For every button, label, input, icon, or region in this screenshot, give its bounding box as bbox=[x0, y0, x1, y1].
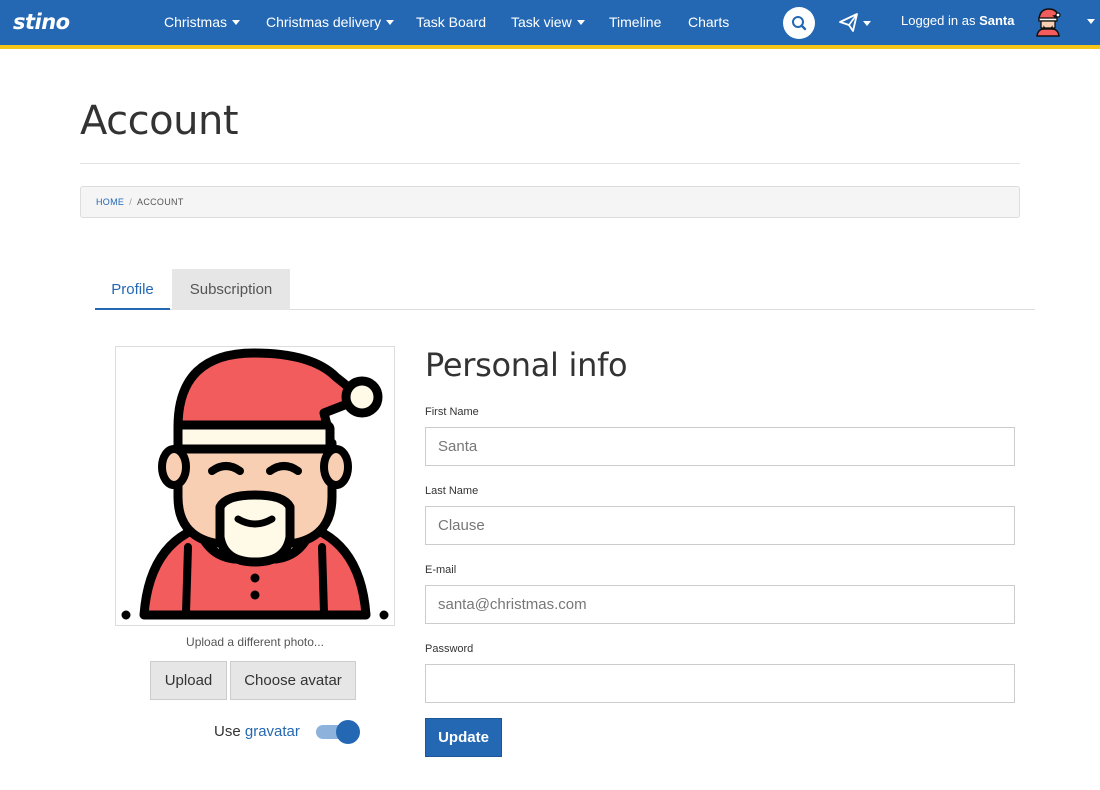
first-name-field[interactable] bbox=[425, 427, 1015, 466]
nav-item-christmas-delivery[interactable]: Christmas delivery bbox=[266, 0, 395, 45]
nav-item-label: Christmas delivery bbox=[266, 14, 382, 30]
toggle-knob bbox=[336, 720, 360, 744]
section-title: Personal info bbox=[425, 346, 628, 384]
chevron-down-icon bbox=[232, 19, 241, 25]
upload-hint: Upload a different photo... bbox=[186, 635, 324, 649]
choose-avatar-button[interactable]: Choose avatar bbox=[230, 661, 356, 700]
logged-in-prefix: Logged in as bbox=[901, 13, 976, 28]
user-menu-chevron-down-icon[interactable] bbox=[1087, 19, 1095, 24]
gravatar-prefix: Use bbox=[214, 723, 241, 740]
gravatar-toggle[interactable] bbox=[316, 720, 360, 744]
breadcrumb-separator: / bbox=[129, 197, 133, 207]
password-label: Password bbox=[425, 643, 474, 655]
tab-profile[interactable]: Profile bbox=[95, 269, 170, 310]
nav-item-christmas[interactable]: Christmas bbox=[164, 0, 241, 45]
last-name-label: Last Name bbox=[425, 485, 479, 497]
chevron-down-icon bbox=[863, 21, 871, 26]
santa-avatar-icon bbox=[1036, 8, 1061, 37]
tab-subscription[interactable]: Subscription bbox=[172, 269, 290, 310]
top-navbar: stino Christmas Christmas delivery Task … bbox=[0, 0, 1100, 45]
page-title: Account bbox=[80, 98, 239, 144]
username: Santa bbox=[979, 13, 1015, 28]
messages-dropdown[interactable] bbox=[838, 12, 874, 34]
first-name-label: First Name bbox=[425, 406, 479, 418]
breadcrumb-home-link[interactable]: Home bbox=[96, 197, 124, 207]
paper-plane-icon bbox=[839, 13, 871, 32]
email-label: E-mail bbox=[425, 564, 457, 576]
user-avatar[interactable] bbox=[1034, 7, 1062, 37]
search-icon bbox=[792, 16, 807, 31]
email-field[interactable] bbox=[425, 585, 1015, 624]
nav-item-label: Timeline bbox=[609, 14, 662, 30]
nav-item-label: Christmas bbox=[164, 14, 228, 30]
chevron-down-icon bbox=[386, 19, 395, 25]
chevron-down-icon bbox=[576, 19, 585, 25]
navbar-accent-stripe bbox=[0, 45, 1100, 49]
gravatar-option: Use gravatar bbox=[214, 721, 300, 743]
logged-in-status: Logged in as Santa bbox=[901, 0, 1014, 41]
nav-item-label: Task view bbox=[511, 14, 572, 30]
nav-item-task-view[interactable]: Task view bbox=[511, 0, 585, 45]
santa-avatar-icon bbox=[121, 348, 389, 620]
upload-button[interactable]: Upload bbox=[150, 661, 227, 700]
brand-logo[interactable]: stino bbox=[13, 8, 70, 36]
title-divider bbox=[80, 163, 1020, 164]
update-button[interactable]: Update bbox=[425, 718, 502, 757]
nav-item-charts[interactable]: Charts bbox=[688, 0, 729, 45]
profile-avatar-image bbox=[115, 346, 395, 626]
nav-item-label: Task Board bbox=[416, 14, 487, 30]
nav-item-label: Charts bbox=[688, 14, 730, 30]
last-name-field[interactable] bbox=[425, 506, 1015, 545]
search-button[interactable] bbox=[783, 7, 815, 39]
password-field[interactable] bbox=[425, 664, 1015, 703]
breadcrumb: Home / Account bbox=[80, 186, 1020, 218]
nav-item-task-board[interactable]: Task Board bbox=[416, 0, 486, 45]
breadcrumb-current: Account bbox=[137, 197, 184, 207]
nav-item-timeline[interactable]: Timeline bbox=[609, 0, 661, 45]
brand-name: stino bbox=[13, 10, 70, 34]
gravatar-link[interactable]: gravatar bbox=[245, 723, 300, 740]
